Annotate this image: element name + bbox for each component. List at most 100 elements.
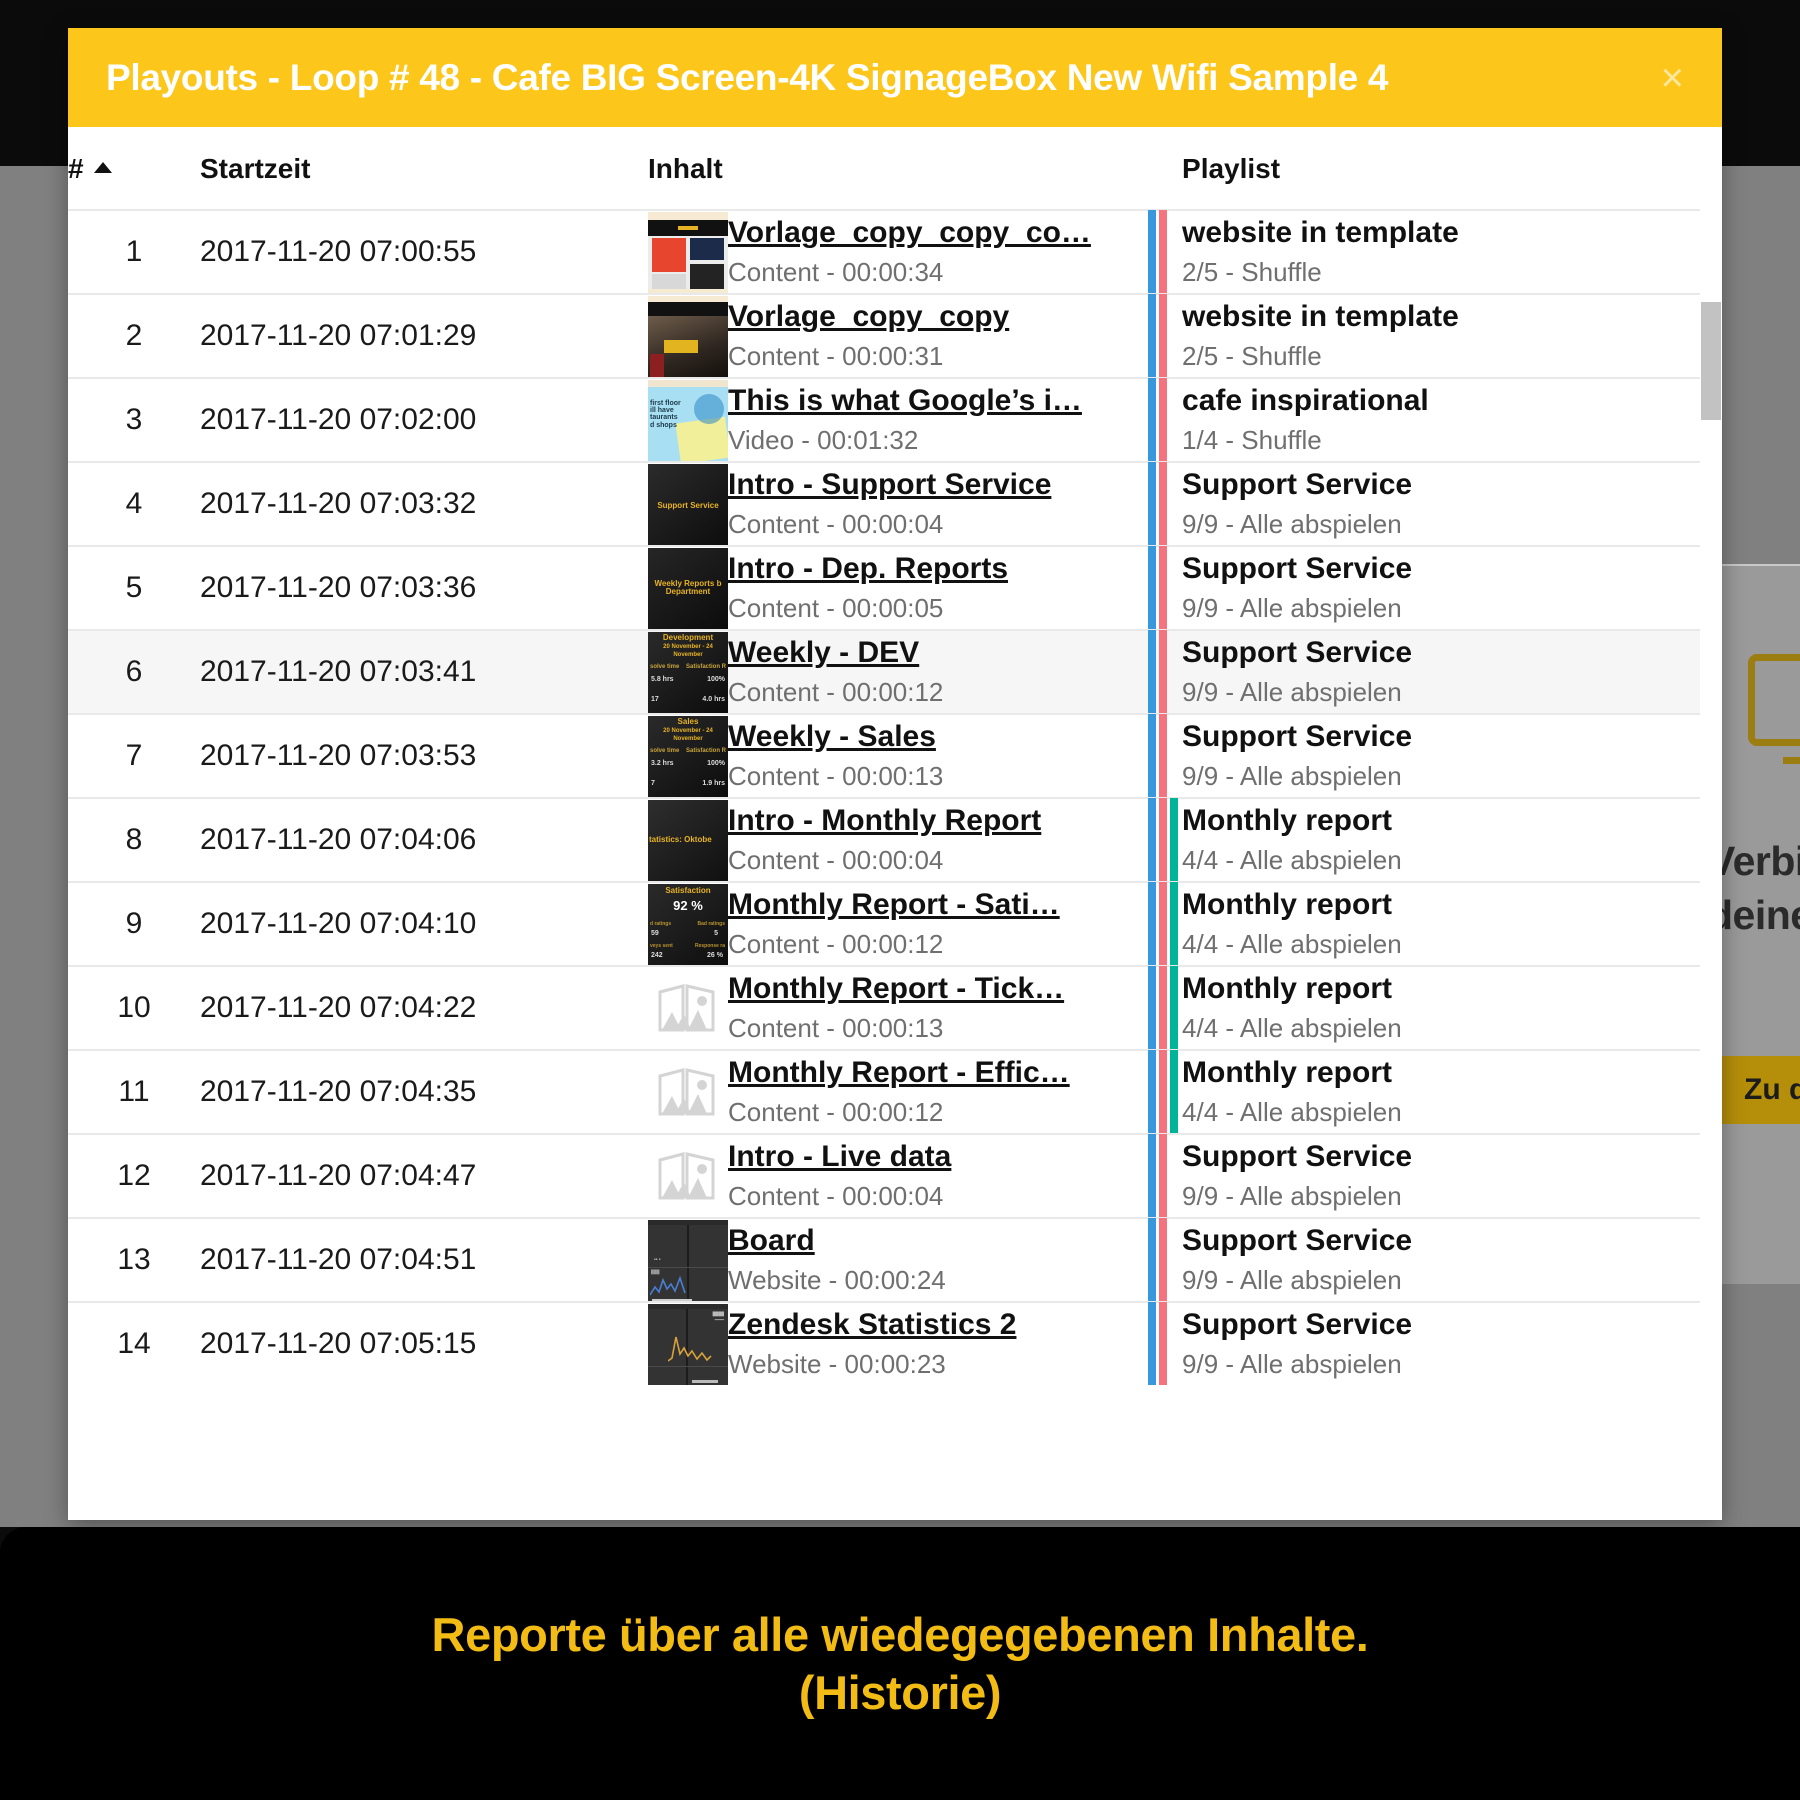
playlist-name: Support Service: [1182, 552, 1700, 586]
content-thumbnail: •• •███: [648, 1220, 728, 1301]
content-thumbnail: [648, 212, 728, 293]
table-row[interactable]: 32017-11-20 07:02:00first floorill havet…: [68, 378, 1700, 462]
row-content-cell: Monthly Report - Sati…Content - 00:00:12: [728, 882, 1140, 966]
row-starttime: 2017-11-20 07:04:35: [200, 1050, 648, 1134]
column-header-playlist[interactable]: Playlist: [1182, 127, 1700, 210]
playlist-color-bar: [1159, 294, 1167, 377]
table-row[interactable]: 112017-11-20 07:04:35 Monthly Report - Ef…: [68, 1050, 1700, 1134]
content-type-duration: Video - 00:01:32: [728, 425, 1140, 456]
content-thumbnail: tatistics: Oktobe: [648, 800, 728, 881]
row-content-cell: Intro - Monthly ReportContent - 00:00:04: [728, 798, 1140, 882]
content-title-link[interactable]: Zendesk Statistics 2: [728, 1308, 1140, 1342]
modal-header: Playouts - Loop # 48 - Cafe BIG Screen-4…: [68, 28, 1722, 127]
row-starttime: 2017-11-20 07:03:32: [200, 462, 648, 546]
row-color-bars-cell: [1140, 378, 1182, 462]
row-content-cell: Intro - Support Service Content - 00:00:0…: [728, 462, 1140, 546]
row-content-cell: Weekly - SalesContent - 00:00:13: [728, 714, 1140, 798]
playlist-color-bar: [1159, 1134, 1167, 1217]
playlist-color-bar: [1159, 882, 1167, 965]
screenshot-root: Verbi… erät u… deine… Zu der Playouts - …: [0, 0, 1800, 1800]
playlist-mode: 9/9 - Alle abspielen: [1182, 677, 1700, 708]
vertical-scrollbar-thumb[interactable]: [1701, 302, 1721, 420]
playlist-color-bar: [1148, 714, 1156, 797]
row-index: 4: [68, 462, 200, 546]
content-title-link[interactable]: Board: [728, 1224, 1140, 1258]
row-starttime: 2017-11-20 07:00:55: [200, 210, 648, 294]
content-title-link[interactable]: Vorlage_copy_copy: [728, 300, 1140, 334]
content-title-link[interactable]: Intro - Live data: [728, 1140, 1140, 1174]
row-playlist-cell: Monthly report4/4 - Alle abspielen: [1182, 882, 1700, 966]
content-title-link[interactable]: This is what Google’s i…: [728, 384, 1140, 418]
row-starttime: 2017-11-20 07:04:47: [200, 1134, 648, 1218]
row-color-bars-cell: [1140, 1218, 1182, 1302]
playlist-mode: 2/5 - Shuffle: [1182, 341, 1700, 372]
content-title-link[interactable]: Intro - Monthly Report: [728, 804, 1140, 838]
table-row[interactable]: 72017-11-20 07:03:53Sales20 November - 2…: [68, 714, 1700, 798]
row-color-bars-cell: [1140, 1134, 1182, 1218]
modal-title: Playouts - Loop # 48 - Cafe BIG Screen-4…: [106, 57, 1388, 99]
playlist-name: Support Service: [1182, 1140, 1700, 1174]
playlist-name: website in template: [1182, 216, 1700, 250]
content-title-link[interactable]: Weekly - DEV: [728, 636, 1140, 670]
close-icon[interactable]: ×: [1661, 58, 1684, 98]
table-body: 12017-11-20 07:00:55Vorlage_copy_copy_co…: [68, 210, 1700, 1385]
row-color-bars-cell: [1140, 714, 1182, 798]
monitor-icon: [1748, 654, 1800, 746]
table-row[interactable]: 42017-11-20 07:03:32Support ServiceIntro…: [68, 462, 1700, 546]
table-row[interactable]: 52017-11-20 07:03:36Weekly Reports bDepa…: [68, 546, 1700, 630]
column-header-starttime[interactable]: Startzeit: [200, 127, 648, 210]
playlist-mode: 9/9 - Alle abspielen: [1182, 593, 1700, 624]
content-type-duration: Content - 00:00:31: [728, 341, 1140, 372]
playlist-color-bar: [1148, 630, 1156, 713]
column-header-number[interactable]: #: [68, 127, 200, 210]
playlist-name: Support Service: [1182, 1224, 1700, 1258]
table-row[interactable]: 12017-11-20 07:00:55Vorlage_copy_copy_co…: [68, 210, 1700, 294]
caption-line-2: (Historie): [799, 1664, 1001, 1721]
content-title-link[interactable]: Monthly Report - Sati…: [728, 888, 1140, 922]
table-row[interactable]: 142017-11-20 07:05:15████▁▁▁Zendesk Stat…: [68, 1302, 1700, 1385]
content-title-link[interactable]: Monthly Report - Tick…: [728, 972, 1140, 1006]
playlist-name: cafe inspirational: [1182, 384, 1700, 418]
content-type-duration: Content - 00:00:04: [728, 509, 1140, 540]
playlist-color-bar: [1159, 966, 1167, 1049]
playlist-mode: 1/4 - Shuffle: [1182, 425, 1700, 456]
row-thumbnail-cell: [648, 1050, 728, 1134]
playlist-name: Monthly report: [1182, 972, 1700, 1006]
row-thumbnail-cell: [648, 210, 728, 294]
row-index: 11: [68, 1050, 200, 1134]
content-title-link[interactable]: Vorlage_copy_copy_co…: [728, 216, 1140, 250]
row-playlist-cell: Support Service 9/9 - Alle abspielen: [1182, 630, 1700, 714]
content-title-link[interactable]: Intro - Dep. Reports: [728, 552, 1140, 586]
column-header-content[interactable]: Inhalt: [648, 127, 1140, 210]
playlist-mode: 9/9 - Alle abspielen: [1182, 509, 1700, 540]
content-title-link[interactable]: Intro - Support Service: [728, 468, 1140, 502]
table-row[interactable]: 22017-11-20 07:01:29Vorlage_copy_copyCon…: [68, 294, 1700, 378]
playlist-mode: 9/9 - Alle abspielen: [1182, 1265, 1700, 1296]
row-thumbnail-cell: Weekly Reports bDepartment: [648, 546, 728, 630]
vertical-scrollbar-track[interactable]: [1700, 127, 1722, 1520]
playlist-color-bar: [1159, 546, 1167, 629]
table-row[interactable]: 122017-11-20 07:04:47Intro - Live dataCo…: [68, 1134, 1700, 1218]
background-dialog-button[interactable]: Zu der: [1718, 1056, 1800, 1124]
row-content-cell: Vorlage_copy_copy_co…Content - 00:00:34: [728, 210, 1140, 294]
row-playlist-cell: website in template2/5 - Shuffle: [1182, 210, 1700, 294]
row-index: 6: [68, 630, 200, 714]
row-starttime: 2017-11-20 07:04:06: [200, 798, 648, 882]
table-row[interactable]: 92017-11-20 07:04:10Satisfaction92 %d ra…: [68, 882, 1700, 966]
caption-bar: Reporte über alle wiedegegebenen Inhalte…: [0, 1527, 1800, 1800]
content-title-link[interactable]: Monthly Report - Effic…: [728, 1056, 1140, 1090]
row-color-bars-cell: [1140, 546, 1182, 630]
table-row[interactable]: 82017-11-20 07:04:06tatistics: OktobeInt…: [68, 798, 1700, 882]
table-row[interactable]: 62017-11-20 07:03:41Development20 Novemb…: [68, 630, 1700, 714]
table-row[interactable]: 132017-11-20 07:04:51•• •███BoardWebsite…: [68, 1218, 1700, 1302]
content-title-link[interactable]: Weekly - Sales: [728, 720, 1140, 754]
image-placeholder-icon: [648, 968, 728, 1049]
table-row[interactable]: 102017-11-20 07:04:22Monthly Report - Ti…: [68, 966, 1700, 1050]
playlist-name: Support Service: [1182, 1308, 1700, 1342]
playlist-name: Support Service: [1182, 636, 1700, 670]
playlist-color-bar: [1159, 630, 1167, 713]
row-thumbnail-cell: tatistics: Oktobe: [648, 798, 728, 882]
playlist-color-bar: [1148, 462, 1156, 545]
row-content-cell: Intro - Live dataContent - 00:00:04: [728, 1134, 1140, 1218]
playlist-mode: 4/4 - Alle abspielen: [1182, 845, 1700, 876]
